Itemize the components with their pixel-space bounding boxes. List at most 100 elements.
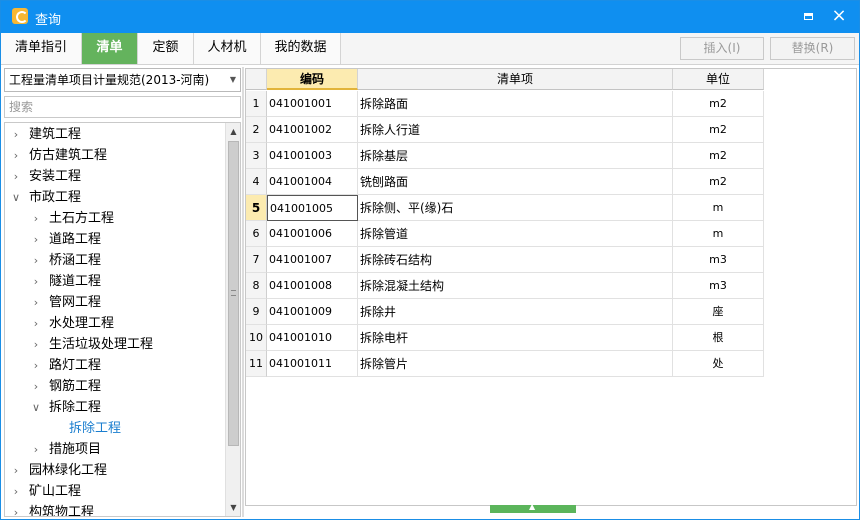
row-number[interactable]: 2 — [246, 117, 267, 143]
cell-name[interactable]: 拆除管片 — [358, 351, 673, 377]
chevron-right-icon[interactable]: › — [9, 145, 23, 166]
tree-item[interactable]: › 水处理工程 — [29, 313, 114, 334]
chevron-right-icon[interactable]: › — [29, 439, 43, 460]
tree-item[interactable]: › 管网工程 — [29, 292, 101, 313]
row-number[interactable]: 10 — [246, 325, 267, 351]
row-number[interactable]: 9 — [246, 299, 267, 325]
maximize-icon[interactable] — [802, 10, 816, 24]
scroll-thumb[interactable] — [228, 141, 239, 446]
cell-name[interactable]: 拆除管道 — [358, 221, 673, 247]
tab-my-data[interactable]: 我的数据 — [261, 33, 341, 64]
tree-item[interactable]: › 建筑工程 — [9, 124, 81, 145]
column-header-name[interactable]: 清单项 — [358, 69, 673, 90]
tree-item[interactable]: › 仿古建筑工程 — [9, 145, 107, 166]
spec-select[interactable]: 工程量清单项目计量规范(2013-河南) ▼ — [4, 68, 241, 92]
cell-unit[interactable]: 座 — [673, 299, 764, 325]
chevron-right-icon[interactable]: › — [9, 502, 23, 516]
chevron-right-icon[interactable]: › — [29, 355, 43, 376]
tab-bill-guide[interactable]: 清单指引 — [1, 33, 82, 64]
cell-code[interactable]: 041001003 — [267, 143, 358, 169]
chevron-right-icon[interactable]: › — [29, 250, 43, 271]
tree-item[interactable]: ∨ 拆除工程 — [29, 397, 101, 418]
cell-name[interactable]: 拆除电杆 — [358, 325, 673, 351]
row-number[interactable]: 7 — [246, 247, 267, 273]
cell-code[interactable]: 041001011 — [267, 351, 358, 377]
tree-item[interactable]: › 构筑物工程 — [9, 502, 94, 516]
dropdown-arrow-icon[interactable]: ▼ — [230, 69, 236, 91]
tree-item[interactable]: › 安装工程 — [9, 166, 81, 187]
close-icon[interactable]: × — [829, 7, 849, 27]
tree-item[interactable]: › 隧道工程 — [29, 271, 101, 292]
replace-button[interactable]: 替换(R) — [770, 37, 855, 60]
panel-splitter[interactable] — [242, 67, 244, 517]
cell-unit[interactable]: 根 — [673, 325, 764, 351]
cell-code[interactable]: 041001009 — [267, 299, 358, 325]
cell-name[interactable]: 拆除侧、平(缘)石 — [358, 195, 673, 221]
tab-quota[interactable]: 定额 — [138, 33, 194, 64]
chevron-right-icon[interactable]: › — [29, 313, 43, 334]
tree-item[interactable]: › 矿山工程 — [9, 481, 81, 502]
chevron-right-icon[interactable]: › — [9, 124, 23, 145]
cell-unit[interactable]: 处 — [673, 351, 764, 377]
row-number[interactable]: 11 — [246, 351, 267, 377]
tree-item[interactable]: › 生活垃圾处理工程 — [29, 334, 153, 355]
tab-labor-material-machine[interactable]: 人材机 — [194, 33, 261, 64]
cell-code[interactable]: 041001001 — [267, 91, 358, 117]
cell-name[interactable]: 拆除路面 — [358, 91, 673, 117]
chevron-right-icon[interactable]: › — [29, 208, 43, 229]
cell-name[interactable]: 拆除砖石结构 — [358, 247, 673, 273]
cell-unit[interactable]: m3 — [673, 273, 764, 299]
chevron-right-icon[interactable]: › — [9, 481, 23, 502]
tree-item[interactable]: › 措施项目 — [29, 439, 101, 460]
cell-name[interactable]: 拆除井 — [358, 299, 673, 325]
tree-item[interactable]: ∨ 市政工程 — [9, 187, 81, 208]
scroll-down-icon[interactable]: ▼ — [228, 502, 239, 513]
cell-name[interactable]: 拆除混凝土结构 — [358, 273, 673, 299]
chevron-right-icon[interactable]: › — [29, 229, 43, 250]
cell-code[interactable]: 041001006 — [267, 221, 358, 247]
tree-scrollbar[interactable]: ▲ ▼ — [225, 123, 240, 516]
tree-item[interactable]: 拆除工程 — [49, 418, 121, 439]
cell-code[interactable]: 041001010 — [267, 325, 358, 351]
cell-unit[interactable]: m — [673, 195, 764, 221]
row-number[interactable]: 3 — [246, 143, 267, 169]
chevron-down-icon[interactable]: ∨ — [29, 397, 43, 418]
cell-code[interactable]: 041001007 — [267, 247, 358, 273]
cell-code[interactable]: 041001008 — [267, 273, 358, 299]
cell-code[interactable]: 041001004 — [267, 169, 358, 195]
search-input[interactable]: 搜索 — [4, 96, 241, 118]
tab-bill[interactable]: 清单 — [82, 33, 138, 64]
cell-unit[interactable]: m2 — [673, 91, 764, 117]
cell-name[interactable]: 铣刨路面 — [358, 169, 673, 195]
row-number[interactable]: 5 — [246, 195, 267, 221]
cell-name[interactable]: 拆除人行道 — [358, 117, 673, 143]
chevron-right-icon[interactable]: › — [9, 460, 23, 481]
row-number[interactable]: 6 — [246, 221, 267, 247]
cell-unit[interactable]: m2 — [673, 117, 764, 143]
row-number[interactable]: 4 — [246, 169, 267, 195]
expand-handle[interactable]: ▲ — [490, 502, 576, 513]
column-header-code[interactable]: 编码 — [267, 69, 358, 90]
chevron-right-icon[interactable]: › — [29, 334, 43, 355]
cell-unit[interactable]: m3 — [673, 247, 764, 273]
tree-item[interactable]: › 园林绿化工程 — [9, 460, 107, 481]
tree-item[interactable]: › 土石方工程 — [29, 208, 114, 229]
column-header-unit[interactable]: 单位 — [673, 69, 764, 90]
cell-name[interactable]: 拆除基层 — [358, 143, 673, 169]
row-number[interactable]: 1 — [246, 91, 267, 117]
tree-item[interactable]: › 桥涵工程 — [29, 250, 101, 271]
cell-unit[interactable]: m2 — [673, 169, 764, 195]
chevron-right-icon[interactable]: › — [29, 292, 43, 313]
cell-code[interactable]: 041001005 — [267, 195, 358, 221]
tree-item[interactable]: › 道路工程 — [29, 229, 101, 250]
chevron-down-icon[interactable]: ∨ — [9, 187, 23, 208]
cell-unit[interactable]: m2 — [673, 143, 764, 169]
row-number[interactable]: 8 — [246, 273, 267, 299]
cell-unit[interactable]: m — [673, 221, 764, 247]
insert-button[interactable]: 插入(I) — [680, 37, 764, 60]
chevron-right-icon[interactable]: › — [29, 376, 43, 397]
cell-code[interactable]: 041001002 — [267, 117, 358, 143]
scroll-up-icon[interactable]: ▲ — [228, 126, 239, 137]
chevron-right-icon[interactable]: › — [9, 166, 23, 187]
chevron-right-icon[interactable]: › — [29, 271, 43, 292]
